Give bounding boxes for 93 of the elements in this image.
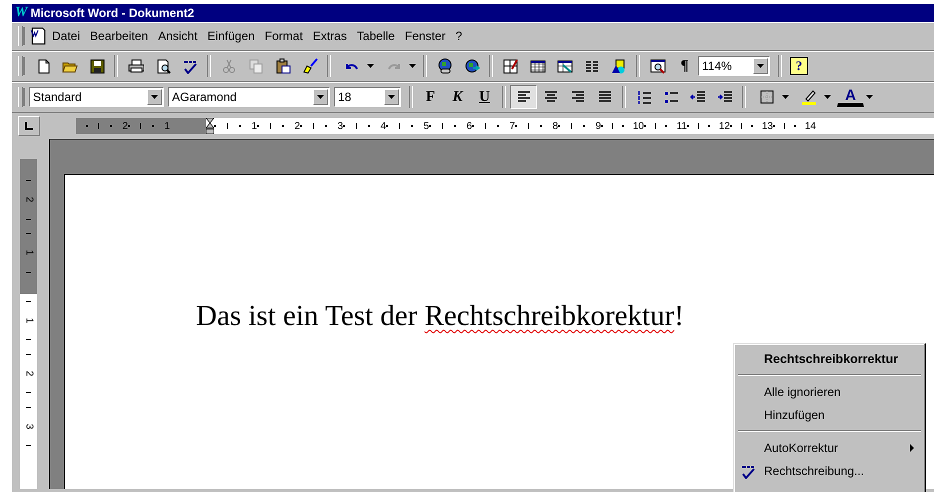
align-center-icon xyxy=(542,89,558,105)
ruler-number: 4 xyxy=(380,120,386,132)
decrease-indent-icon xyxy=(690,89,706,105)
caret-icon[interactable] xyxy=(757,64,764,68)
tab-selector-button[interactable] xyxy=(18,116,40,136)
menu-bar-item[interactable]: Format xyxy=(260,27,308,45)
caret-icon[interactable] xyxy=(367,64,374,68)
menu-bar-item[interactable]: Extras xyxy=(308,27,352,45)
ruler-number: 2 xyxy=(23,370,34,376)
menu-item[interactable]: AutoKorrektur xyxy=(737,436,922,459)
help-button[interactable]: ? xyxy=(790,57,808,75)
globe-link-icon xyxy=(436,58,452,74)
ruler-number: 7 xyxy=(509,120,515,132)
undo-icon xyxy=(344,61,358,71)
ruler-number: 3 xyxy=(23,424,34,430)
ruler-number: 2 xyxy=(294,120,300,132)
underline-button[interactable]: U xyxy=(471,85,498,109)
caret-icon[interactable] xyxy=(782,95,789,99)
caret-icon[interactable] xyxy=(409,64,416,68)
font-color-button[interactable]: A xyxy=(837,87,864,107)
ruler-number: 8 xyxy=(552,120,558,132)
font-dropdown[interactable]: AGaramond xyxy=(168,87,330,107)
table-icon xyxy=(530,58,546,74)
print-preview-icon xyxy=(154,58,170,74)
ruler-number: 12 xyxy=(718,120,730,132)
ruler-number: 1 xyxy=(23,318,34,324)
caret-icon[interactable] xyxy=(866,95,873,99)
window-title: Microsoft Word - Dokument2 xyxy=(30,6,194,20)
zoom-dropdown[interactable]: 114% xyxy=(698,56,770,76)
menu-header: Rechtschreibkorrektur xyxy=(763,350,900,368)
menu-bar-item[interactable]: Bearbeiten xyxy=(85,27,154,45)
left-tab-icon xyxy=(25,122,33,130)
submenu-arrow-icon xyxy=(910,444,914,452)
highlighter-icon xyxy=(800,89,816,105)
app-logo: W xyxy=(15,5,28,21)
spreadsheet-icon xyxy=(556,58,572,74)
menu-bar-item[interactable]: Ansicht xyxy=(153,27,202,45)
ruler-number: 3 xyxy=(337,120,343,132)
paintbrush-icon xyxy=(302,58,318,74)
ruler-number: 11 xyxy=(676,120,687,132)
align-right-icon xyxy=(570,89,586,105)
ruler-number: 1 xyxy=(164,120,170,132)
toolbar-grip[interactable] xyxy=(18,26,23,46)
table-pencil-icon xyxy=(502,58,518,74)
menu-item[interactable]: Rechtschreibung... xyxy=(737,459,922,482)
bullet-list-icon xyxy=(662,89,678,105)
menu-bar-item[interactable]: Einfügen xyxy=(202,27,260,45)
ruler-number: 1 xyxy=(23,250,34,256)
spell-check-icon xyxy=(182,58,198,74)
ruler-number: 5 xyxy=(423,120,429,132)
italic-button[interactable]: K xyxy=(444,85,471,109)
ruler-number: 14 xyxy=(804,120,816,132)
ruler-number: 2 xyxy=(122,120,128,132)
ruler-number: 6 xyxy=(466,120,472,132)
menu-bar-item[interactable]: Fenster xyxy=(400,27,451,45)
show-formatting-button[interactable]: ¶ xyxy=(671,54,698,78)
menu-item[interactable]: Alle ignorieren xyxy=(737,380,922,403)
indent-marker-icon[interactable] xyxy=(206,118,214,134)
ruler-number: 10 xyxy=(632,120,644,132)
redo-icon xyxy=(386,61,400,71)
menu-bar-item[interactable]: ? xyxy=(450,27,468,45)
globe-arrows-icon xyxy=(464,58,480,74)
ruler-number: 1 xyxy=(251,120,257,132)
align-left-icon xyxy=(516,89,532,105)
menu-bar-item[interactable]: Datei xyxy=(47,27,86,45)
increase-indent-icon xyxy=(716,89,732,105)
document-map-icon xyxy=(650,58,666,74)
document-text: Das ist ein Test der Rechtschreibkorektur! xyxy=(196,300,684,333)
toolbar-grip[interactable] xyxy=(18,87,23,107)
justify-icon xyxy=(596,89,612,105)
toolbar-grip[interactable] xyxy=(18,56,23,76)
numbered-list-icon xyxy=(636,89,652,105)
caret-icon[interactable] xyxy=(824,95,831,99)
ruler-number: 9 xyxy=(595,120,601,132)
style-dropdown[interactable]: Standard xyxy=(29,87,164,107)
print-icon xyxy=(128,58,144,74)
ruler-number: 13 xyxy=(762,120,773,132)
border-icon xyxy=(758,89,774,105)
caret-icon[interactable] xyxy=(151,95,158,99)
bold-button[interactable]: F xyxy=(417,85,444,109)
caret-icon[interactable] xyxy=(317,95,324,99)
menu-item[interactable]: Hinzufügen xyxy=(737,403,922,426)
scissors-icon xyxy=(220,58,236,74)
word-document-icon xyxy=(29,27,47,45)
save-icon xyxy=(88,58,104,74)
ruler-number: 2 xyxy=(23,197,34,203)
menu-bar-item[interactable]: Tabelle xyxy=(352,27,400,45)
align-left-button[interactable] xyxy=(510,85,537,109)
shapes-icon xyxy=(610,58,626,74)
copy-icon xyxy=(248,58,264,74)
paste-icon xyxy=(274,58,290,74)
caret-icon[interactable] xyxy=(388,95,395,99)
font-size-dropdown[interactable]: 18 xyxy=(334,87,401,107)
